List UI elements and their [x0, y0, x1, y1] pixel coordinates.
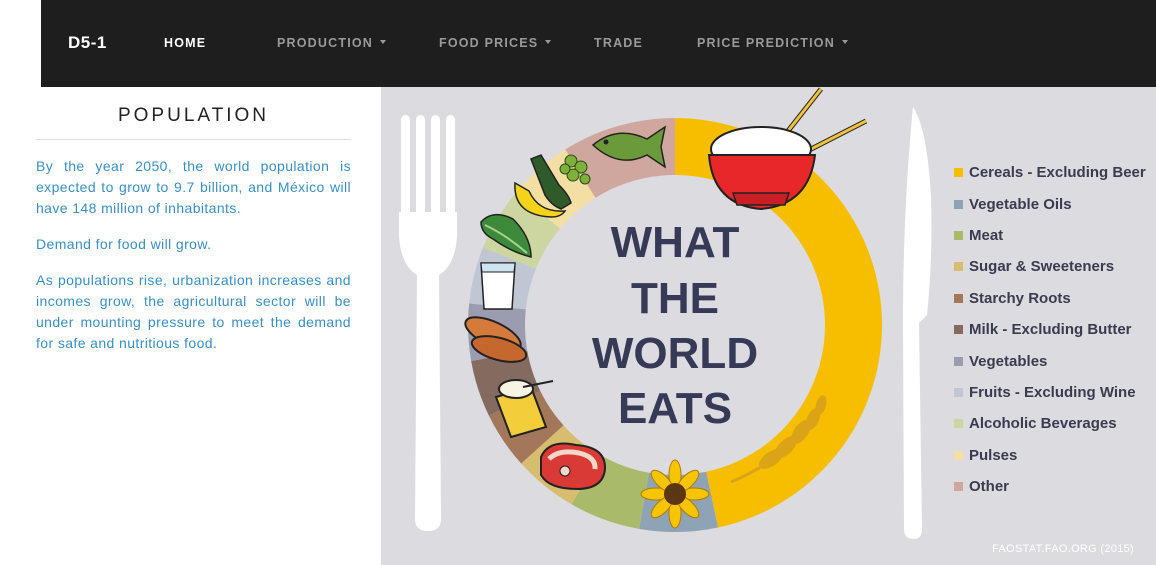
- legend-item: Pulses: [954, 440, 1146, 471]
- legend-swatch: [954, 450, 963, 460]
- legend-item: Vegetable Oils: [954, 188, 1146, 219]
- population-paragraph: As populations rise, urbanization increa…: [36, 272, 351, 351]
- legend-label: Other: [969, 478, 1010, 496]
- legend-label: Starchy Roots: [969, 289, 1071, 307]
- legend-label: Meat: [969, 226, 1004, 244]
- legend-swatch: [954, 325, 963, 335]
- legend-swatch: [954, 293, 963, 303]
- what-the-world-eats-infographic: WHAT THE WORLD EATS Cereals - Excluding …: [381, 87, 1156, 565]
- legend-item: Vegetables: [954, 345, 1146, 376]
- legend-swatch: [954, 356, 963, 366]
- title-line: THE: [631, 274, 719, 323]
- legend-label: Milk - Excluding Butter: [969, 321, 1132, 339]
- population-title: POPULATION: [117, 105, 270, 126]
- fork-icon: [399, 115, 457, 531]
- legend-swatch: [954, 419, 963, 429]
- legend-item: Milk - Excluding Butter: [954, 314, 1146, 345]
- legend-swatch: [954, 199, 963, 209]
- legend-swatch: [954, 262, 963, 272]
- legend-label: Cereals - Excluding Beer: [969, 164, 1146, 182]
- top-navbar: D5-1 HOME PRODUCTION FOOD PRICES TRADE P…: [41, 0, 1156, 87]
- caret-down-icon: [380, 40, 387, 44]
- legend-label: Alcoholic Beverages: [969, 415, 1117, 433]
- nav-production-label: PRODUCTION: [277, 36, 374, 50]
- legend-item: Starchy Roots: [954, 283, 1146, 314]
- legend-item: Meat: [954, 220, 1146, 251]
- legend-item: Other: [954, 471, 1146, 502]
- nav-food-prices[interactable]: FOOD PRICES: [439, 36, 552, 50]
- legend-label: Vegetables: [969, 352, 1048, 370]
- legend-swatch: [954, 482, 963, 492]
- population-paragraph: By the year 2050, the world population i…: [36, 158, 351, 216]
- milk-glass-icon: [480, 262, 516, 310]
- divider: [36, 139, 351, 140]
- title-line: EATS: [618, 384, 732, 433]
- population-panel: POPULATION By the year 2050, the world p…: [36, 87, 351, 354]
- legend: Cereals - Excluding Beer Vegetable Oils Me…: [954, 157, 1146, 502]
- legend-item: Sugar & Sweeteners: [954, 251, 1146, 282]
- brand-logo[interactable]: D5-1: [68, 33, 107, 53]
- nav-home[interactable]: HOME: [164, 36, 206, 50]
- legend-swatch: [954, 230, 963, 240]
- legend-item: Alcoholic Beverages: [954, 408, 1146, 439]
- legend-item: Fruits - Excluding Wine: [954, 377, 1146, 408]
- nav-food-prices-label: FOOD PRICES: [439, 36, 539, 50]
- title-line: WORLD: [592, 329, 758, 378]
- legend-item: Cereals - Excluding Beer: [954, 157, 1146, 188]
- legend-label: Vegetable Oils: [969, 195, 1072, 213]
- legend-label: Sugar & Sweeteners: [969, 258, 1115, 276]
- nav-price-prediction-label: PRICE PREDICTION: [697, 36, 835, 50]
- knife-icon: [903, 107, 932, 539]
- legend-swatch: [954, 168, 963, 178]
- legend-swatch: [954, 387, 963, 397]
- legend-label: Fruits - Excluding Wine: [969, 383, 1136, 401]
- title-line: WHAT: [611, 218, 740, 267]
- steak-icon: [540, 442, 607, 491]
- nav-trade-label: TRADE: [594, 36, 644, 50]
- caret-down-icon: [545, 40, 552, 44]
- source-credit: FAOSTAT.FAO.ORG (2015): [992, 543, 1134, 555]
- population-paragraph: Demand for food will grow.: [36, 236, 212, 252]
- legend-label: Pulses: [969, 446, 1018, 464]
- nav-price-prediction[interactable]: PRICE PREDICTION: [697, 36, 848, 50]
- nav-home-label: HOME: [164, 36, 207, 50]
- rice-bowl-icon: [707, 87, 868, 211]
- nav-trade[interactable]: TRADE: [594, 36, 643, 50]
- nav-production[interactable]: PRODUCTION: [277, 36, 387, 50]
- caret-down-icon: [841, 40, 848, 44]
